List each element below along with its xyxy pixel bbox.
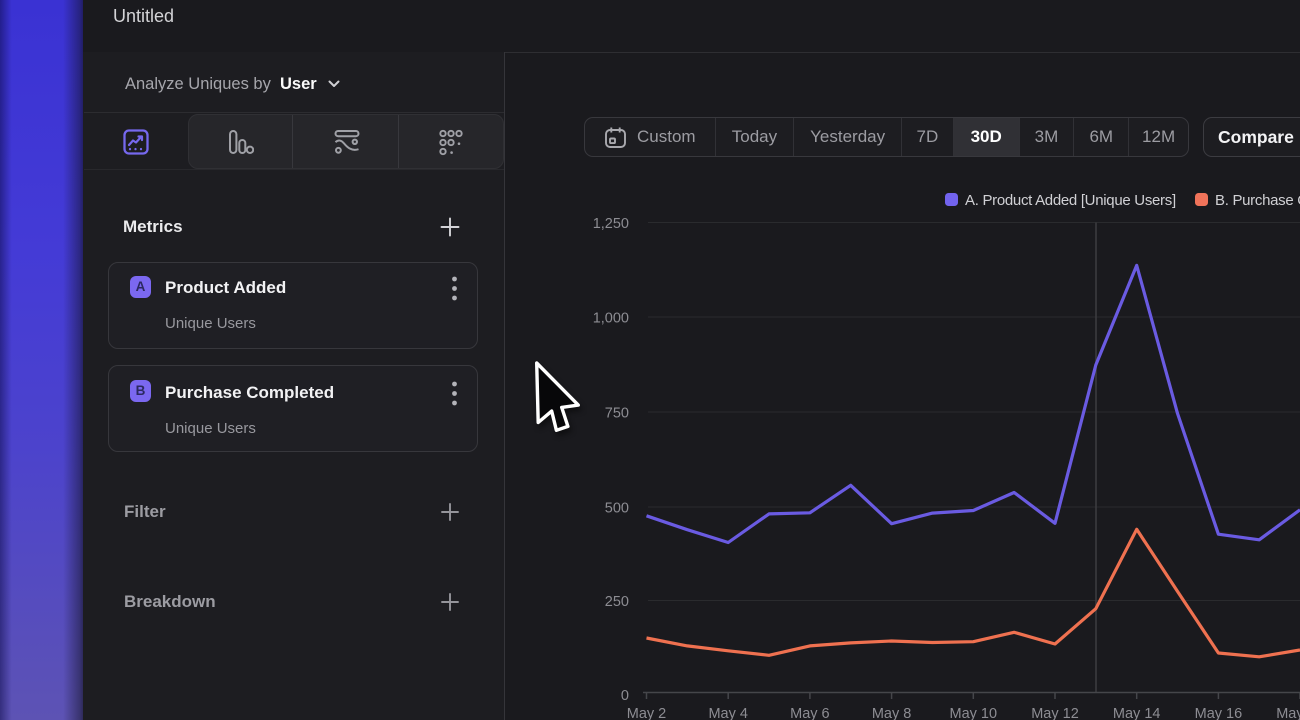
svg-text:250: 250 (605, 594, 629, 610)
svg-text:0: 0 (621, 688, 629, 704)
svg-text:May 16: May 16 (1195, 706, 1243, 720)
svg-text:May 14: May 14 (1113, 706, 1161, 720)
svg-text:May 4: May 4 (708, 706, 748, 720)
svg-text:May 12: May 12 (1031, 706, 1079, 720)
svg-text:750: 750 (605, 406, 629, 422)
svg-text:500: 500 (605, 501, 629, 517)
svg-text:May 6: May 6 (790, 706, 830, 720)
svg-text:May 18: May 18 (1276, 706, 1300, 720)
svg-text:1,000: 1,000 (593, 311, 629, 327)
svg-text:May 8: May 8 (872, 706, 912, 720)
svg-text:May 10: May 10 (950, 706, 998, 720)
svg-text:May 2: May 2 (627, 706, 667, 720)
svg-text:1,250: 1,250 (593, 216, 629, 232)
